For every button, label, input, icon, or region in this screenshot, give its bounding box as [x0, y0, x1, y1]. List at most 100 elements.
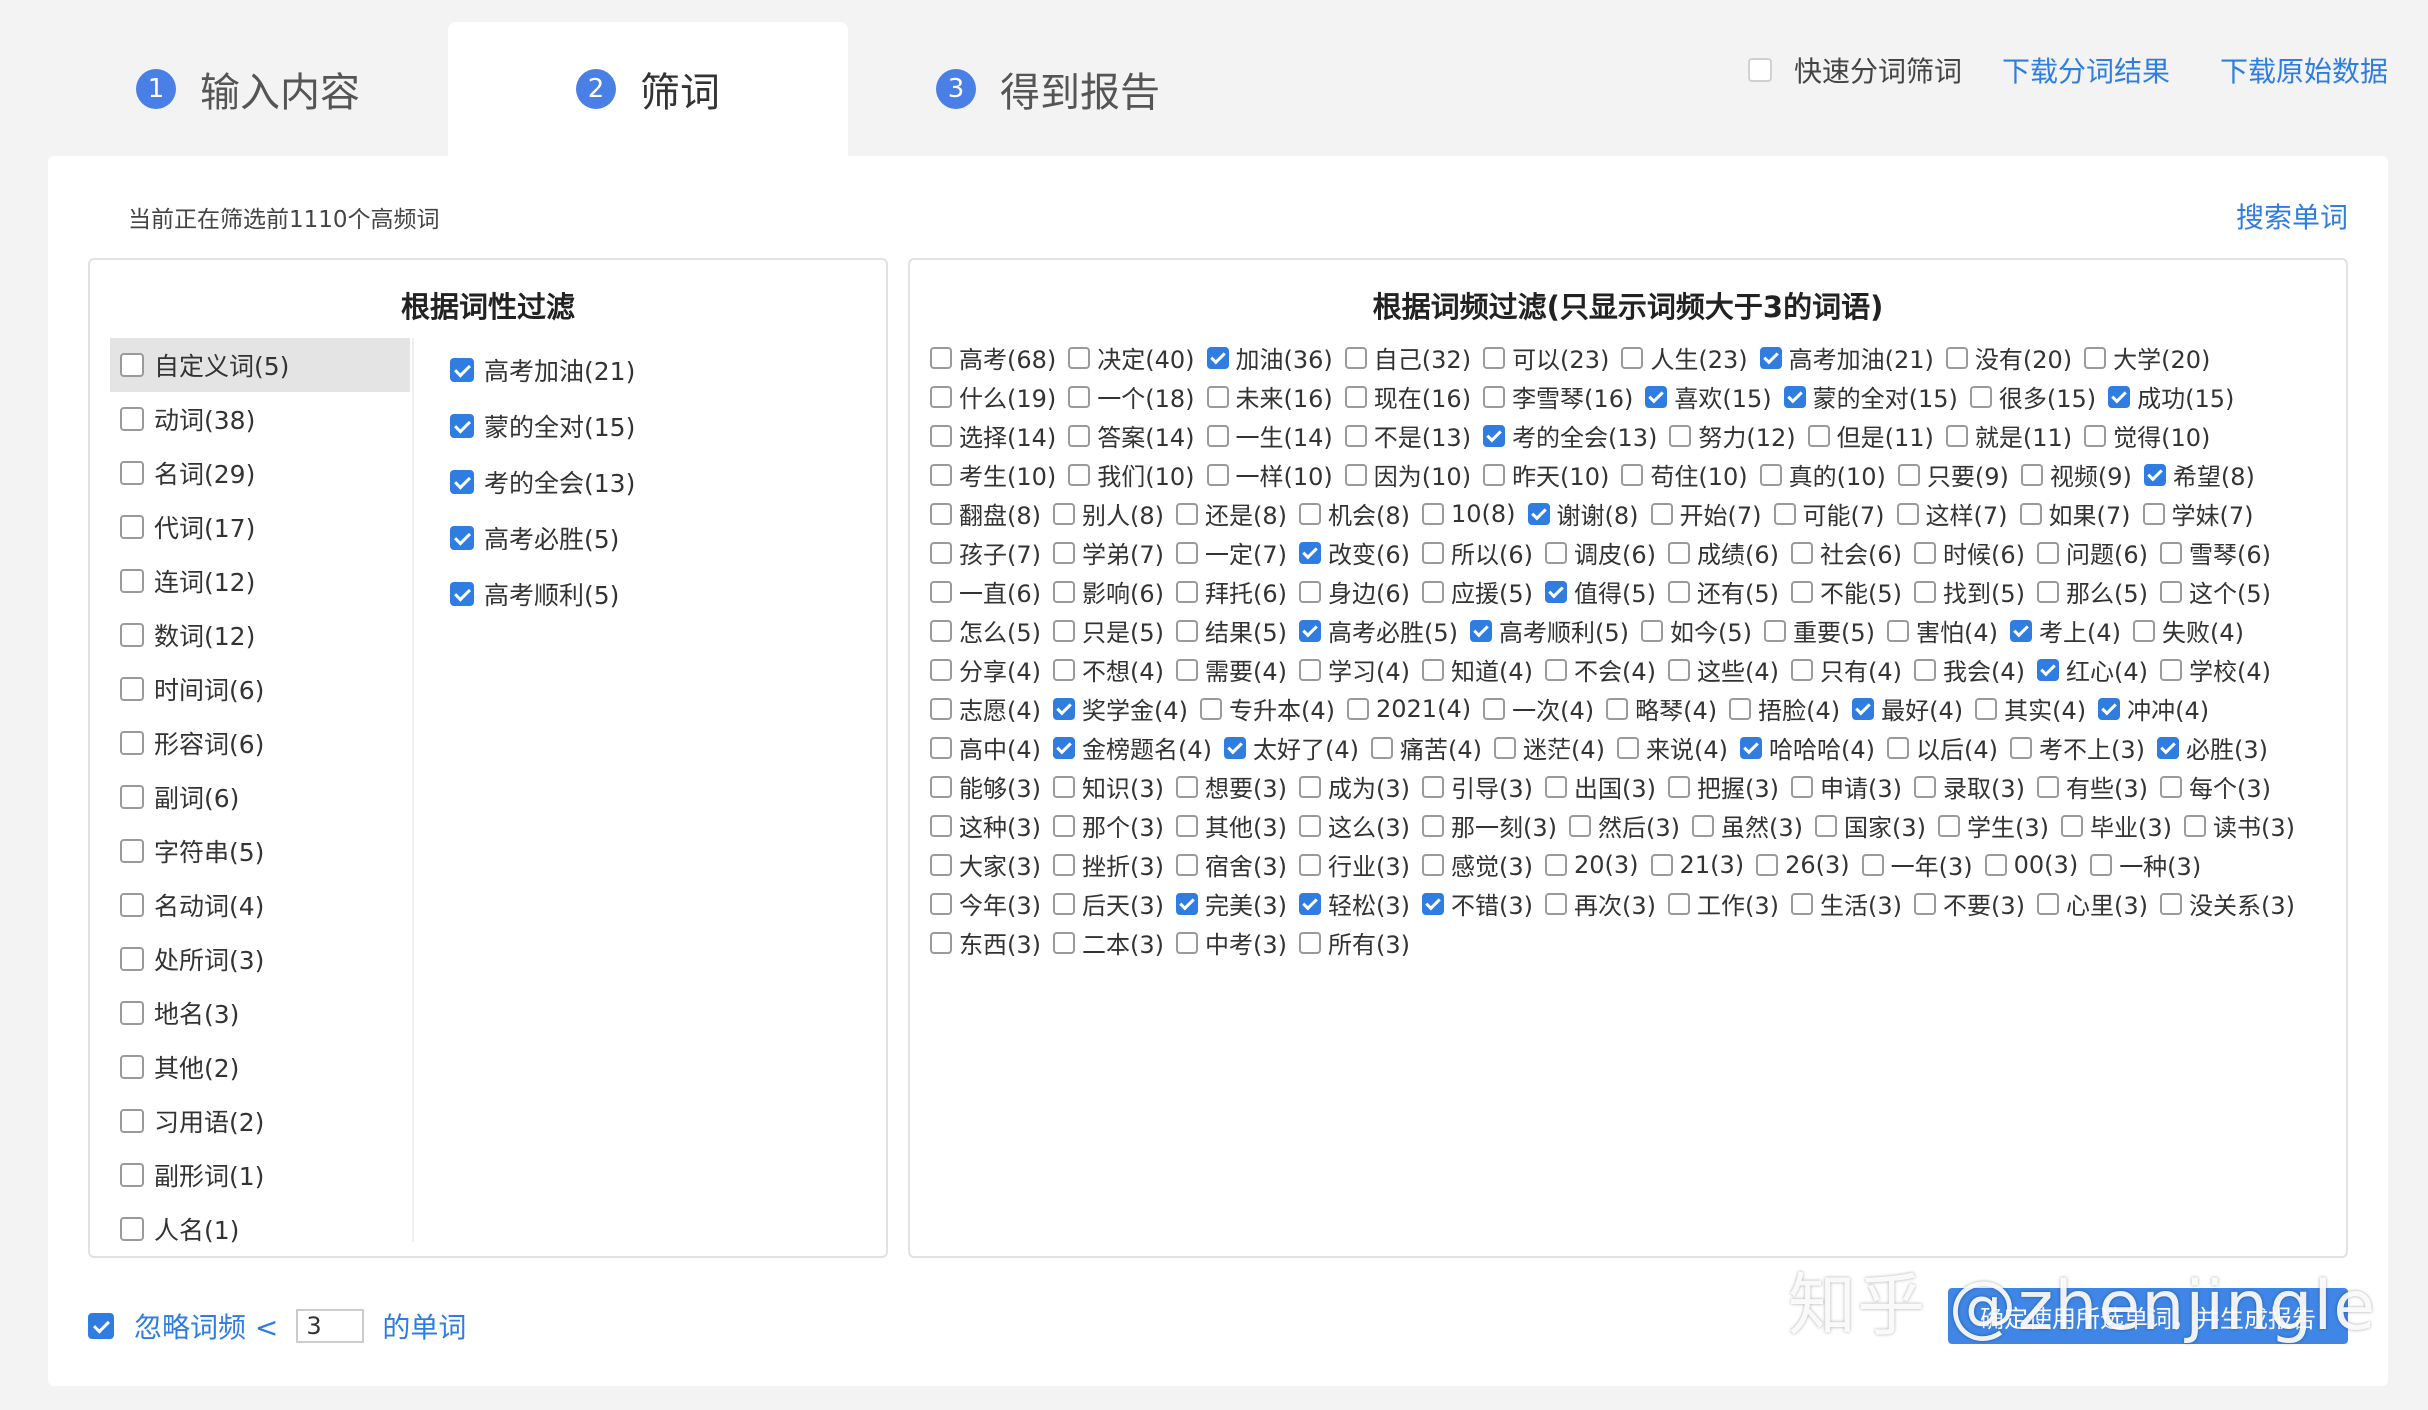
- checkbox[interactable]: [1299, 502, 1321, 525]
- checkbox[interactable]: [1729, 697, 1752, 720]
- checkbox[interactable]: [1773, 502, 1796, 525]
- checkbox[interactable]: [1299, 541, 1321, 564]
- checkbox[interactable]: [1053, 853, 1075, 876]
- word-item[interactable]: 机会(8): [1299, 494, 1410, 533]
- checkbox[interactable]: [1969, 385, 1992, 408]
- selected-word-item[interactable]: 高考加油(21): [450, 342, 635, 398]
- checkbox[interactable]: [930, 619, 952, 642]
- checkbox[interactable]: [1545, 775, 1567, 798]
- checkbox[interactable]: [2160, 541, 2182, 564]
- checkbox[interactable]: [1299, 853, 1321, 876]
- word-item[interactable]: 宿舍(3): [1176, 845, 1287, 884]
- search-words-link[interactable]: 搜索单词: [2236, 196, 2348, 236]
- word-item[interactable]: 答案(14): [1068, 416, 1195, 455]
- word-item[interactable]: 成功(15): [2108, 377, 2234, 416]
- tab-get-report[interactable]: 3 得到报告: [936, 22, 1160, 156]
- checkbox[interactable]: [1422, 580, 1444, 603]
- pos-item[interactable]: 名动词(4): [110, 878, 410, 932]
- checkbox[interactable]: [930, 814, 952, 837]
- word-item[interactable]: 成为(3): [1299, 767, 1410, 806]
- checkbox[interactable]: [930, 346, 952, 369]
- word-item[interactable]: 影响(6): [1053, 572, 1164, 611]
- checkbox[interactable]: [1053, 892, 1075, 915]
- checkbox[interactable]: [1494, 736, 1516, 759]
- word-item[interactable]: 一次(4): [1483, 689, 1594, 728]
- checkbox[interactable]: [2037, 541, 2059, 564]
- word-item[interactable]: 谢谢(8): [1527, 494, 1639, 533]
- checkbox[interactable]: [1852, 697, 1875, 720]
- checkbox[interactable]: [450, 526, 474, 550]
- word-item[interactable]: 如果(7): [2019, 494, 2131, 533]
- checkbox[interactable]: [2010, 736, 2032, 759]
- pos-item[interactable]: 时间词(6): [110, 662, 410, 716]
- checkbox[interactable]: [120, 1055, 144, 1079]
- pos-item[interactable]: 代词(17): [110, 500, 410, 554]
- checkbox[interactable]: [930, 931, 952, 954]
- checkbox[interactable]: [1053, 658, 1075, 681]
- word-item[interactable]: 可能(7): [1773, 494, 1885, 533]
- word-item[interactable]: 还是(8): [1176, 494, 1287, 533]
- word-item[interactable]: 考上(4): [2010, 611, 2121, 650]
- word-item[interactable]: 以后(4): [1887, 728, 1998, 767]
- checkbox[interactable]: [1483, 424, 1506, 447]
- pos-item[interactable]: 连词(12): [110, 554, 410, 608]
- checkbox[interactable]: [1068, 385, 1091, 408]
- word-item[interactable]: 我们(10): [1068, 455, 1195, 494]
- word-item[interactable]: 加油(36): [1206, 338, 1333, 377]
- word-item[interactable]: 2021(4): [1347, 689, 1471, 728]
- word-item[interactable]: 只有(4): [1791, 650, 1902, 689]
- checkbox[interactable]: [1759, 346, 1782, 369]
- checkbox[interactable]: [1791, 580, 1813, 603]
- word-item[interactable]: 学习(4): [1299, 650, 1410, 689]
- checkbox[interactable]: [1347, 697, 1369, 720]
- checkbox[interactable]: [2108, 385, 2131, 408]
- checkbox[interactable]: [1545, 658, 1567, 681]
- word-item[interactable]: 红心(4): [2037, 650, 2148, 689]
- word-item[interactable]: 想要(3): [1176, 767, 1287, 806]
- checkbox[interactable]: [1344, 463, 1367, 486]
- checkbox[interactable]: [1815, 814, 1837, 837]
- checkbox[interactable]: [1545, 580, 1567, 603]
- checkbox[interactable]: [1053, 931, 1075, 954]
- checkbox[interactable]: [2160, 658, 2182, 681]
- checkbox[interactable]: [1641, 619, 1663, 642]
- word-item[interactable]: 行业(3): [1299, 845, 1410, 884]
- checkbox[interactable]: [2090, 853, 2113, 876]
- checkbox[interactable]: [1053, 697, 1075, 720]
- checkbox[interactable]: [1176, 814, 1198, 837]
- checkbox[interactable]: [1668, 892, 1690, 915]
- checkbox[interactable]: [1569, 814, 1591, 837]
- word-item[interactable]: 申请(3): [1791, 767, 1902, 806]
- word-item[interactable]: 26(3): [1756, 845, 1850, 884]
- word-item[interactable]: 高考(68): [930, 338, 1056, 377]
- word-item[interactable]: 哈哈哈(4): [1740, 728, 1875, 767]
- checkbox[interactable]: [1299, 892, 1321, 915]
- word-item[interactable]: 学弟(7): [1053, 533, 1164, 572]
- pos-item[interactable]: 其他(2): [110, 1040, 410, 1094]
- checkbox[interactable]: [1176, 541, 1198, 564]
- word-item[interactable]: 所有(3): [1299, 923, 1410, 962]
- checkbox[interactable]: [120, 569, 144, 593]
- checkbox[interactable]: [450, 582, 474, 606]
- word-item[interactable]: 国家(3): [1815, 806, 1926, 845]
- checkbox[interactable]: [1897, 463, 1920, 486]
- word-item[interactable]: 考的全会(13): [1483, 416, 1657, 455]
- word-item[interactable]: 李雪琴(16): [1483, 377, 1633, 416]
- checkbox[interactable]: [1200, 697, 1222, 720]
- checkbox[interactable]: [930, 658, 952, 681]
- checkbox[interactable]: [120, 1109, 144, 1133]
- word-item[interactable]: 这些(4): [1668, 650, 1779, 689]
- checkbox[interactable]: [930, 385, 952, 408]
- checkbox[interactable]: [930, 892, 952, 915]
- word-item[interactable]: 害怕(4): [1887, 611, 1998, 650]
- checkbox[interactable]: [1807, 424, 1830, 447]
- word-item[interactable]: 工作(3): [1668, 884, 1779, 923]
- checkbox[interactable]: [1344, 424, 1367, 447]
- word-item[interactable]: 虽然(3): [1692, 806, 1803, 845]
- word-item[interactable]: 调皮(6): [1545, 533, 1656, 572]
- word-item[interactable]: 一直(6): [930, 572, 1041, 611]
- checkbox[interactable]: [2098, 697, 2121, 720]
- checkbox[interactable]: [1945, 346, 1968, 369]
- word-item[interactable]: 学生(3): [1938, 806, 2049, 845]
- word-item[interactable]: 有些(3): [2037, 767, 2148, 806]
